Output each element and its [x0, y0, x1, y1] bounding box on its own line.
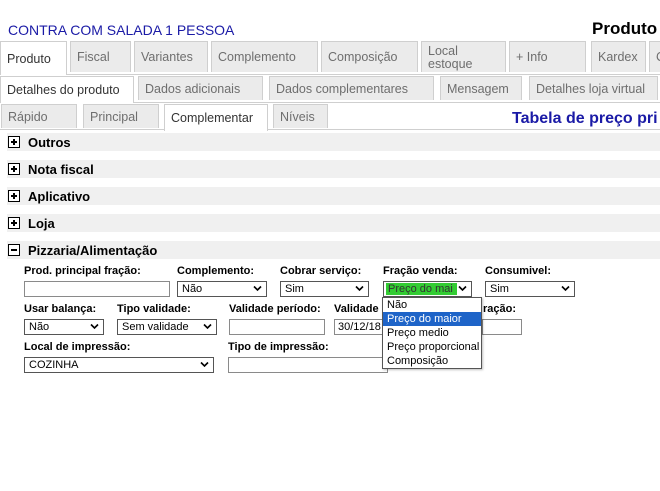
tab-detalhes-loja-virtual[interactable]: Detalhes loja virtual [529, 76, 658, 100]
fracao-venda-dropdown[interactable]: Não Preço do maior Preço medio Preço pro… [382, 297, 482, 369]
tab-rapido[interactable]: Rápido [1, 104, 77, 128]
cobrar-servico-label: Cobrar serviço: [280, 265, 362, 277]
consumivel-select[interactable]: Sim [485, 281, 575, 297]
section-label: Outros [28, 134, 71, 150]
tab-detalhes-produto[interactable]: Detalhes do produto [0, 76, 134, 103]
expand-icon[interactable] [8, 190, 20, 202]
dropdown-option[interactable]: Preço medio [383, 326, 481, 340]
usar-balanca-select[interactable]: Não [24, 319, 104, 335]
price-table-title: Tabela de preço pri [512, 110, 658, 127]
local-impressao-label: Local de impressão: [24, 341, 131, 353]
dropdown-option[interactable]: Preço proporcional [383, 340, 481, 354]
chevron-down-icon [561, 285, 570, 292]
tipo-impressao-input[interactable] [228, 357, 388, 373]
validade-label: Validade [334, 303, 379, 315]
tipo-validade-label: Tipo validade: [117, 303, 191, 315]
dropdown-option-selected[interactable]: Preço do maior [383, 312, 481, 326]
tab-local-estoque[interactable]: Local estoque [421, 41, 506, 72]
complemento-label: Complemento: [177, 265, 254, 277]
chevron-down-icon [458, 285, 467, 292]
fracao-venda-select[interactable]: Preço do mai [383, 281, 472, 297]
geracao-input[interactable] [482, 319, 522, 335]
section-loja[interactable]: Loja [7, 214, 660, 232]
chevron-down-icon [203, 323, 212, 330]
tab-mensagem[interactable]: Mensagem [440, 76, 522, 100]
section-outros[interactable]: Outros [7, 133, 660, 151]
tab-mais-info[interactable]: + Info [509, 41, 586, 72]
section-label: Pizzaria/Alimentação [28, 242, 158, 258]
expand-icon[interactable] [8, 163, 20, 175]
expand-icon[interactable] [8, 136, 20, 148]
dropdown-option[interactable]: Não [383, 298, 481, 312]
local-impressao-select[interactable]: COZINHA [24, 357, 214, 373]
chevron-down-icon [200, 361, 209, 368]
local-impressao-value: COZINHA [29, 359, 79, 371]
tipo-validade-value: Sem validade [122, 321, 189, 333]
tab-complementar[interactable]: Complementar [164, 104, 268, 131]
tab-produto[interactable]: Produto [0, 41, 67, 75]
fracao-venda-value: Preço do mai [386, 283, 457, 295]
section-nota-fiscal[interactable]: Nota fiscal [7, 160, 660, 178]
usar-balanca-label: Usar balança: [24, 303, 97, 315]
section-label: Aplicativo [28, 188, 91, 204]
consumivel-value: Sim [490, 283, 509, 295]
prod-principal-fracao-input[interactable] [24, 281, 170, 297]
expand-icon[interactable] [8, 217, 20, 229]
section-label: Loja [28, 215, 55, 231]
tab-niveis[interactable]: Níveis [273, 104, 328, 128]
tipo-impressao-label: Tipo de impressão: [228, 341, 329, 353]
fracao-venda-label: Fração venda: [383, 265, 458, 277]
validade-periodo-label: Validade período: [229, 303, 321, 315]
prod-principal-fracao-label: Prod. principal fração: [24, 265, 141, 277]
section-pizzaria[interactable]: Pizzaria/Alimentação [7, 241, 660, 259]
consumivel-label: Consumivel: [485, 265, 552, 277]
tab-c[interactable]: C [649, 41, 660, 72]
tab-complemento[interactable]: Complemento [211, 41, 318, 72]
chevron-down-icon [253, 285, 262, 292]
section-aplicativo[interactable]: Aplicativo [7, 187, 660, 205]
page-title: Produto [592, 19, 658, 38]
tab-dados-adicionais[interactable]: Dados adicionais [138, 76, 263, 100]
complemento-select[interactable]: Não [177, 281, 267, 297]
tab-composicao[interactable]: Composição [321, 41, 418, 72]
tab-fiscal[interactable]: Fiscal [70, 41, 131, 72]
usar-balanca-value: Não [29, 321, 50, 333]
tab-dados-complementares[interactable]: Dados complementares [269, 76, 434, 100]
dropdown-option[interactable]: Composição [383, 354, 481, 368]
tab-principal[interactable]: Principal [83, 104, 159, 128]
complemento-value: Não [182, 283, 203, 295]
chevron-down-icon [355, 285, 364, 292]
section-label: Nota fiscal [28, 161, 94, 177]
geracao-label: ração: [483, 303, 517, 315]
tab-kardex[interactable]: Kardex [591, 41, 646, 72]
cobrar-servico-select[interactable]: Sim [280, 281, 369, 297]
chevron-down-icon [90, 323, 99, 330]
cobrar-servico-value: Sim [285, 283, 304, 295]
product-name: CONTRA COM SALADA 1 PESSOA [8, 22, 235, 38]
tipo-validade-select[interactable]: Sem validade [117, 319, 217, 335]
tab-variantes[interactable]: Variantes [134, 41, 208, 72]
collapse-icon[interactable] [8, 244, 20, 256]
validade-input[interactable]: 30/12/18 [334, 319, 386, 335]
validade-periodo-input[interactable] [229, 319, 325, 335]
